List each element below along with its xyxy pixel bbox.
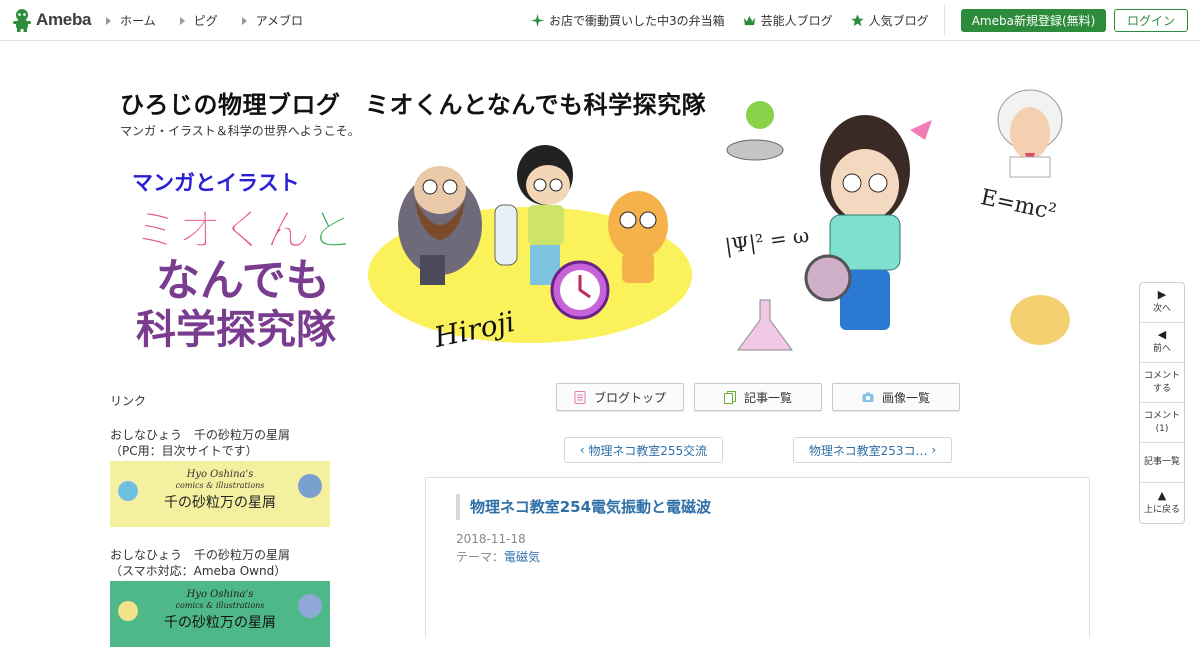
triangle-up-icon: ▲ xyxy=(1157,488,1167,502)
article-theme: テーマ：電磁気 xyxy=(456,550,541,564)
triangle-right-icon xyxy=(106,16,111,25)
svg-text:千の砂粒万の星屑: 千の砂粒万の星屑 xyxy=(164,615,276,631)
svg-text:なんでも: なんでも xyxy=(156,255,330,306)
sparkle-icon xyxy=(531,14,544,27)
login-button[interactable]: ログイン xyxy=(1114,9,1188,32)
sidebar-heading-links: リンク xyxy=(110,394,147,408)
copy-icon xyxy=(723,390,736,404)
blog-header-banner[interactable]: マンガとイラスト ミオくんと なんでも 科学探究隊 Hiroji |Ψ|² = … xyxy=(110,75,1090,360)
sidebar-link-sp[interactable]: おしなひょう 千の砂粒万の星屑 （スマホ対応：Ameba Ownd） xyxy=(110,547,340,579)
prev-button[interactable]: ◀ 前へ xyxy=(1140,323,1184,363)
sidebar: リンク おしなひょう 千の砂粒万の星屑 （PC用：目次サイトです） Hyo Os… xyxy=(110,392,340,647)
image-list-button[interactable]: 画像一覧 xyxy=(832,383,960,411)
article-card: 物理ネコ教室254電気振動と電磁波 2018-11-18 テーマ：電磁気 xyxy=(425,477,1090,637)
sidebar-link-block: おしなひょう 千の砂粒万の星屑 （PC用：目次サイトです） Hyo Oshina… xyxy=(110,427,340,527)
promo-link-bento[interactable]: お店で衝動買いした中3の弁当箱 xyxy=(531,12,725,29)
header-divider xyxy=(944,4,945,36)
banner-thumbnail-image: Hyo Oshina's comics & illustrations 千の砂粒… xyxy=(110,461,330,527)
svg-text:Hyo Oshina's: Hyo Oshina's xyxy=(186,469,254,480)
svg-text:E=mc²: E=mc² xyxy=(978,185,1058,225)
svg-text:comics & illustrations: comics & illustrations xyxy=(176,481,265,490)
blog-nav-buttons: ブログトップ 記事一覧 画像一覧 xyxy=(556,383,960,411)
triangle-right-icon xyxy=(179,16,185,25)
nav-pigg[interactable]: ピグ xyxy=(179,12,218,29)
promo-link-popular[interactable]: 人気ブログ xyxy=(851,12,929,29)
triangle-left-icon: ◀ xyxy=(1157,328,1167,341)
global-header: Ameba ホーム ピグ アメブロ お店で衝動買いした中3の弁当箱 芸能人ブログ… xyxy=(0,0,1200,41)
theme-link[interactable]: 電磁気 xyxy=(504,550,540,564)
triangle-right-icon xyxy=(241,16,247,25)
comments-count-button[interactable]: コメント (1) xyxy=(1140,403,1184,443)
logo-text: Ameba xyxy=(36,10,92,29)
blog-title[interactable]: ひろじの物理ブログ ミオくんとなんでも科学探究隊 xyxy=(120,85,706,120)
chevron-left-icon: ‹ xyxy=(579,443,589,457)
svg-text:マンガとイラスト: マンガとイラスト xyxy=(132,171,300,195)
promo-link-celebrity[interactable]: 芸能人ブログ xyxy=(743,12,833,29)
promo-nav: お店で衝動買いした中3の弁当箱 芸能人ブログ 人気ブログ xyxy=(531,12,929,29)
global-nav: ホーム ピグ アメブロ xyxy=(106,12,303,29)
document-icon xyxy=(574,390,586,404)
ameba-logo[interactable]: Ameba xyxy=(11,7,91,33)
blog-top-button[interactable]: ブログトップ xyxy=(556,383,684,411)
star-icon xyxy=(851,14,864,27)
chevron-right-icon: › xyxy=(927,443,937,457)
camera-icon xyxy=(862,392,874,402)
article-date: 2018-11-18 xyxy=(456,532,526,546)
banner-thumbnail-image: Hyo Oshina's comics & illustrations 千の砂粒… xyxy=(110,581,330,647)
nav-ameblo[interactable]: アメブロ xyxy=(241,12,303,29)
back-to-top-button[interactable]: ▲ 上に戻る xyxy=(1140,483,1184,523)
sidebar-link-block: おしなひょう 千の砂粒万の星屑 （スマホ対応：Ameba Ownd） Hyo O… xyxy=(110,547,340,647)
nav-home[interactable]: ホーム xyxy=(106,12,156,29)
article-list-float-button[interactable]: 記事一覧 xyxy=(1140,443,1184,483)
article-list-button[interactable]: 記事一覧 xyxy=(694,383,822,411)
blog-description: マンガ・イラスト＆科学の世界へようこそ。 xyxy=(120,124,360,138)
next-article-link[interactable]: 物理ネコ教室253コ… › xyxy=(793,437,952,463)
svg-text:ミオくんと: ミオくんと xyxy=(134,205,354,256)
floating-toolbar: ▶ 次へ ◀ 前へ コメント する コメント (1) 記事一覧 ▲ 上に戻る xyxy=(1139,282,1185,524)
triangle-right-icon: ▶ xyxy=(1157,288,1167,301)
sidebar-link-thumbnail-pc[interactable]: Hyo Oshina's comics & illustrations 千の砂粒… xyxy=(110,461,330,527)
comment-button[interactable]: コメント する xyxy=(1140,363,1184,403)
sidebar-link-pc[interactable]: おしなひょう 千の砂粒万の星屑 （PC用：目次サイトです） xyxy=(110,427,340,459)
svg-text:Hyo Oshina's: Hyo Oshina's xyxy=(186,589,254,600)
prev-article-link[interactable]: ‹ 物理ネコ教室255交流 xyxy=(564,437,723,463)
svg-text:comics & illustrations: comics & illustrations xyxy=(176,601,265,610)
crown-icon xyxy=(743,15,755,26)
next-button[interactable]: ▶ 次へ xyxy=(1140,283,1184,323)
svg-text:科学探究隊: 科学探究隊 xyxy=(136,307,336,353)
ameba-mascot-icon xyxy=(13,9,31,32)
svg-text:千の砂粒万の星屑: 千の砂粒万の星屑 xyxy=(164,495,276,511)
register-button[interactable]: Ameba新規登録(無料) xyxy=(961,9,1106,32)
article-pager: ‹ 物理ネコ教室255交流 物理ネコ教室253コ… › xyxy=(564,437,952,463)
svg-text:|Ψ|² = ω: |Ψ|² = ω xyxy=(723,223,810,260)
article-title[interactable]: 物理ネコ教室254電気振動と電磁波 xyxy=(456,494,711,520)
sidebar-link-thumbnail-sp[interactable]: Hyo Oshina's comics & illustrations 千の砂粒… xyxy=(110,581,330,647)
